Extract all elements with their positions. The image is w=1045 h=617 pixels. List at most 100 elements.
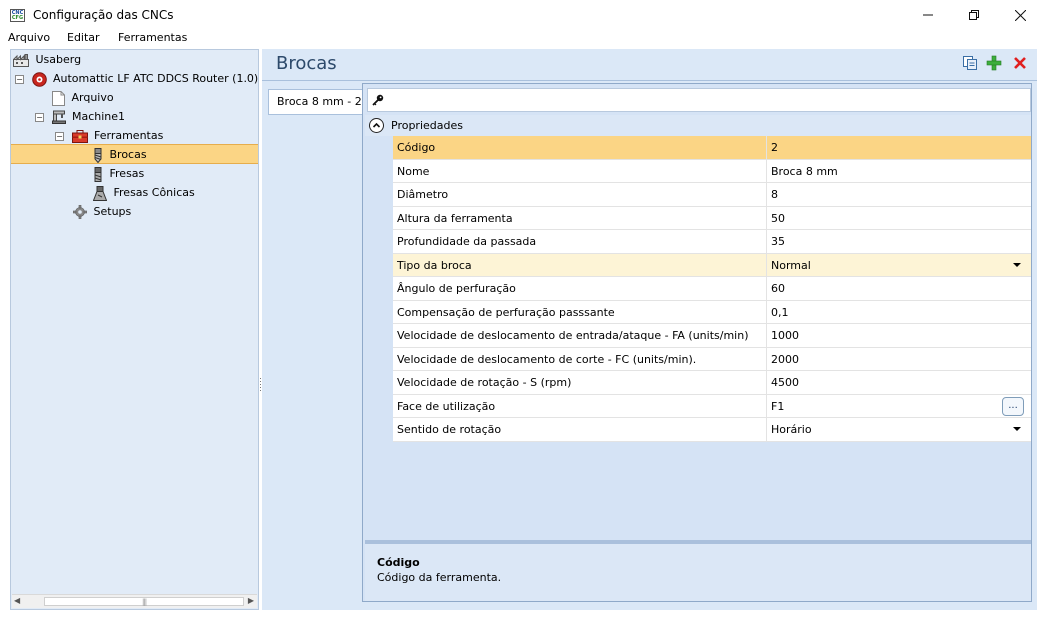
restore-button[interactable] bbox=[951, 0, 997, 30]
property-row-face[interactable]: Face de utilização F1 ... bbox=[393, 394, 1031, 418]
dropdown-arrow-icon[interactable] bbox=[1013, 262, 1021, 267]
property-name: Tipo da broca bbox=[397, 258, 472, 272]
toolbox-icon bbox=[71, 129, 88, 143]
property-row-rotacao[interactable]: Velocidade de rotação - S (rpm) 4500 bbox=[393, 371, 1031, 395]
property-row-profundidade[interactable]: Profundidade da passada 35 bbox=[393, 230, 1031, 254]
property-name: Velocidade de rotação - S (rpm) bbox=[397, 376, 572, 389]
property-value[interactable]: 4500 bbox=[766, 371, 1026, 394]
scroll-thumb[interactable]: ||| bbox=[44, 597, 244, 606]
description-text: Código da ferramenta. bbox=[377, 571, 502, 584]
tree-item-setups[interactable]: Setups bbox=[73, 202, 131, 221]
tree-label: Brocas bbox=[109, 148, 147, 161]
tree-horizontal-scrollbar[interactable]: ◀ ||| ▶ bbox=[12, 594, 257, 608]
menu-arquivo[interactable]: Arquivo bbox=[8, 31, 50, 44]
property-row-codigo[interactable]: Código 2 bbox=[393, 136, 1031, 160]
property-name: Ângulo de perfuração bbox=[397, 282, 516, 295]
close-button[interactable] bbox=[997, 0, 1043, 30]
property-value[interactable]: Broca 8 mm bbox=[766, 159, 1026, 182]
property-value[interactable]: 2 bbox=[766, 136, 1026, 159]
ellipsis-button[interactable]: ... bbox=[1002, 396, 1024, 416]
property-name: Código bbox=[397, 141, 436, 154]
file-icon bbox=[52, 90, 65, 106]
property-search-input[interactable] bbox=[367, 88, 1031, 112]
property-row-diametro[interactable]: Diâmetro 8 bbox=[393, 183, 1031, 207]
properties-table: Código 2 Nome Broca 8 mm Diâmetro 8 Altu… bbox=[393, 136, 1031, 442]
gear-icon bbox=[73, 205, 87, 219]
router-brand-icon bbox=[31, 71, 47, 87]
description-title: Código bbox=[377, 556, 420, 569]
property-name: Sentido de rotação bbox=[397, 423, 502, 436]
minimize-button[interactable] bbox=[905, 0, 951, 30]
description-panel: Código Código da ferramenta. bbox=[365, 544, 1031, 601]
property-value[interactable]: 60 bbox=[766, 277, 1026, 300]
tree-label: Ferramentas bbox=[94, 129, 164, 142]
property-value-dropdown[interactable]: Normal bbox=[766, 253, 1026, 276]
navigation-tree: Usaberg − Automattic LF ATC DDCS Router … bbox=[10, 49, 259, 610]
tab-broca-8mm[interactable]: Broca 8 mm - 2 bbox=[268, 89, 362, 115]
dropdown-value: Normal bbox=[771, 258, 811, 272]
collapse-toggle[interactable]: − bbox=[55, 131, 64, 141]
property-value-dropdown[interactable]: Horário bbox=[766, 418, 1026, 441]
property-value[interactable]: 50 bbox=[766, 206, 1026, 229]
tree-item-ferramentas[interactable]: − Ferramentas bbox=[55, 126, 163, 145]
collapse-toggle[interactable]: − bbox=[15, 74, 24, 84]
tree-label: Automattic LF ATC DDCS Router (1.0) bbox=[53, 72, 259, 85]
tool-tab-strip: Broca 8 mm - 2 ▲ ▼ bbox=[262, 83, 362, 610]
conical-mill-icon bbox=[93, 185, 107, 201]
tree-item-fresas[interactable]: Fresas bbox=[93, 164, 144, 183]
category-propriedades[interactable]: Propriedades bbox=[365, 115, 1031, 136]
tree-label: Machine1 bbox=[72, 110, 126, 123]
property-row-velocidade-fc[interactable]: Velocidade de deslocamento de corte - FC… bbox=[393, 347, 1031, 371]
property-row-sentido[interactable]: Sentido de rotação Horário bbox=[393, 418, 1031, 442]
tree-item-brocas[interactable]: Brocas bbox=[93, 145, 147, 164]
tree-item-usaberg[interactable]: Usaberg bbox=[13, 50, 81, 69]
property-row-compensacao[interactable]: Compensação de perfuração passsante 0,1 bbox=[393, 300, 1031, 324]
property-name: Nome bbox=[397, 164, 430, 178]
add-icon[interactable] bbox=[986, 55, 1002, 71]
delete-icon[interactable] bbox=[1012, 55, 1028, 71]
menu-bar: Arquivo Editar Ferramentas bbox=[0, 30, 1045, 46]
property-value[interactable]: 2000 bbox=[766, 347, 1026, 370]
factory-icon bbox=[13, 53, 29, 67]
tree-item-fresas-conicas[interactable]: Fresas Cônicas bbox=[93, 183, 195, 202]
property-name: Velocidade de deslocamento de corte - FC… bbox=[397, 352, 697, 366]
property-row-altura[interactable]: Altura da ferramenta 50 bbox=[393, 206, 1031, 230]
copy-icon[interactable] bbox=[962, 55, 978, 71]
property-value[interactable]: 8 bbox=[766, 183, 1026, 206]
property-value[interactable]: F1 ... bbox=[766, 394, 1026, 417]
property-row-tipo-broca[interactable]: Tipo da broca Normal bbox=[393, 253, 1031, 277]
property-name: Diâmetro bbox=[397, 188, 449, 201]
tree-label: Fresas bbox=[109, 167, 145, 180]
tree-item-machine1[interactable]: − Machine1 bbox=[35, 107, 125, 126]
drill-bit-icon bbox=[94, 147, 102, 163]
tree-item-machine-config[interactable]: − Automattic LF ATC DDCS Router (1.0) bbox=[15, 69, 258, 88]
property-row-angulo[interactable]: Ângulo de perfuração 60 bbox=[393, 277, 1031, 301]
scroll-left-icon[interactable]: ◀ bbox=[14, 596, 20, 605]
property-name: Face de utilização bbox=[397, 399, 496, 413]
property-row-nome[interactable]: Nome Broca 8 mm bbox=[393, 159, 1031, 183]
menu-ferramentas[interactable]: Ferramentas bbox=[118, 31, 187, 44]
property-name: Altura da ferramenta bbox=[397, 211, 513, 225]
panel-title: Brocas bbox=[276, 53, 337, 74]
dropdown-arrow-icon[interactable] bbox=[1013, 427, 1021, 431]
tree-item-arquivo[interactable]: Arquivo bbox=[52, 88, 114, 107]
window-title: Configuração das CNCs bbox=[33, 8, 174, 22]
tools-panel: Brocas Broca 8 mm - 2 ▲ ▼ Propriedades C… bbox=[262, 49, 1037, 610]
property-row-velocidade-fa[interactable]: Velocidade de deslocamento de entrada/at… bbox=[393, 324, 1031, 348]
collapse-category-button[interactable] bbox=[369, 118, 384, 133]
property-value[interactable]: 35 bbox=[766, 230, 1026, 253]
grip-icon: ||| bbox=[142, 598, 147, 606]
collapse-toggle[interactable]: − bbox=[35, 112, 44, 122]
property-name: Velocidade de deslocamento de entrada/at… bbox=[397, 329, 749, 342]
property-name: Profundidade da passada bbox=[397, 235, 537, 248]
property-value[interactable]: 1000 bbox=[766, 324, 1026, 347]
menu-editar[interactable]: Editar bbox=[67, 31, 100, 44]
scroll-right-icon[interactable]: ▶ bbox=[248, 596, 254, 605]
restore-icon bbox=[969, 9, 979, 20]
property-value[interactable]: 0,1 bbox=[766, 300, 1026, 323]
close-icon bbox=[1014, 9, 1026, 22]
minimize-icon bbox=[923, 14, 933, 15]
tree-label: Fresas Cônicas bbox=[113, 186, 195, 199]
cnc-app-icon: CNC CFG bbox=[10, 9, 25, 22]
search-key-icon bbox=[372, 94, 384, 106]
